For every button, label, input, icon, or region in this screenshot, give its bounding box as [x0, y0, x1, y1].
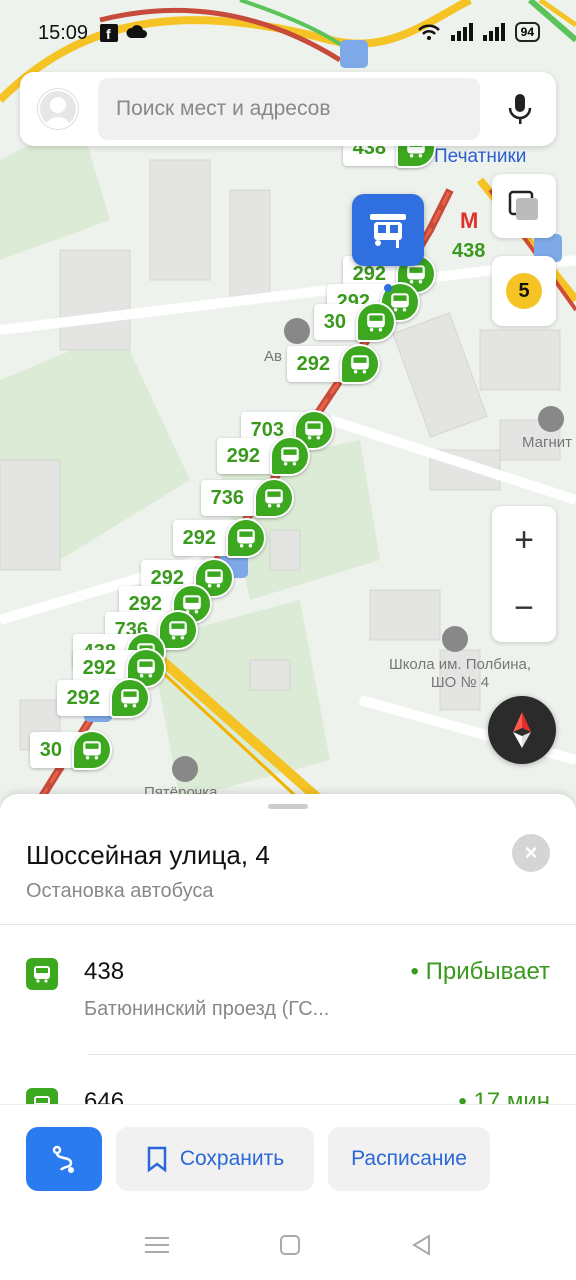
- bus-icon: [110, 678, 150, 718]
- school-label[interactable]: Школа им. Полбина, ШО № 4: [380, 656, 540, 692]
- bookmark-icon: [147, 1146, 167, 1173]
- stop-title: Шоссейная улица, 4: [26, 840, 270, 870]
- bus-marker[interactable]: 30: [26, 730, 112, 770]
- route-number: 438: [84, 958, 125, 985]
- schedule-button-label: Расписание: [351, 1147, 467, 1170]
- menu-nav-icon[interactable]: [145, 1235, 169, 1255]
- signal-icon-2: [482, 23, 505, 41]
- microphone-icon[interactable]: [508, 92, 532, 126]
- bus-stop-icon: [370, 214, 406, 248]
- search-input[interactable]: Поиск мест и адресов: [98, 78, 480, 140]
- zoom-out-button[interactable]: −: [492, 574, 556, 642]
- selected-stop-dot: [384, 284, 392, 292]
- svg-text:f: f: [106, 26, 111, 42]
- route-row[interactable]: 438 Батюнинский проезд (ГС... • Прибывае…: [0, 958, 576, 1068]
- status-bar: 15:09 f 94: [0, 0, 576, 70]
- system-nav-bar: [0, 1210, 576, 1280]
- schedule-button[interactable]: Расписание: [328, 1127, 490, 1191]
- status-right: 94: [417, 22, 540, 42]
- signal-icon: [450, 23, 473, 41]
- shop-icon[interactable]: [538, 406, 564, 432]
- compass-button[interactable]: [488, 696, 556, 764]
- stop-subtitle: Остановка автобуса: [26, 880, 214, 902]
- bus-icon: [26, 958, 58, 990]
- bus-marker[interactable]: 736: [190, 478, 294, 518]
- bus-icon: [226, 518, 266, 558]
- bus-icon: [254, 478, 294, 518]
- school-icon[interactable]: [442, 626, 468, 652]
- save-button[interactable]: Сохранить: [116, 1127, 314, 1191]
- cloud-icon: [126, 25, 147, 38]
- status-time: 15:09: [38, 22, 89, 44]
- back-nav-icon[interactable]: [411, 1234, 431, 1256]
- bus-marker[interactable]: 292: [276, 344, 380, 384]
- traffic-button[interactable]: 5: [492, 256, 556, 326]
- shop-label-magnit[interactable]: Магнит: [522, 434, 572, 452]
- metro-m-icon: M: [460, 208, 479, 233]
- user-icon: [44, 97, 72, 127]
- route-eta: • Прибывает: [410, 958, 550, 985]
- divider: [88, 1054, 576, 1055]
- traffic-level-badge: 5: [506, 273, 542, 309]
- wifi-icon: [417, 24, 440, 40]
- bus-marker[interactable]: 292: [50, 678, 150, 718]
- bus-icon: [72, 730, 112, 770]
- avatar[interactable]: [38, 89, 78, 129]
- metro-route-number: 438: [452, 240, 486, 262]
- route-button[interactable]: [26, 1127, 102, 1191]
- shop-icon-2[interactable]: [172, 756, 198, 782]
- close-button[interactable]: ×: [512, 834, 550, 872]
- bus-icon: [340, 344, 380, 384]
- metro-station-label[interactable]: Печатники: [434, 147, 526, 166]
- notification-icons: f: [100, 24, 148, 42]
- divider: [0, 924, 576, 925]
- search-bar: Поиск мест и адресов: [20, 72, 556, 146]
- compass-icon: [513, 712, 531, 748]
- save-button-label: Сохранить: [179, 1147, 285, 1170]
- bus-icon: [356, 302, 396, 342]
- layers-icon: [508, 190, 538, 220]
- zoom-in-button[interactable]: +: [492, 506, 556, 574]
- bus-icon: [270, 436, 310, 476]
- battery-icon: 94: [514, 22, 540, 42]
- home-nav-icon[interactable]: [279, 1234, 301, 1256]
- facebook-icon: f: [100, 24, 118, 42]
- zoom-controls: + −: [492, 506, 556, 642]
- bottom-sheet: Шоссейная улица, 4 Остановка автобуса × …: [0, 794, 576, 1280]
- layers-button[interactable]: [492, 174, 556, 238]
- route-destination: Батюнинский проезд (ГС...: [84, 998, 330, 1020]
- route-icon: [52, 1145, 74, 1173]
- sheet-drag-handle[interactable]: [268, 804, 308, 809]
- bus-marker[interactable]: 292: [206, 436, 310, 476]
- bus-marker[interactable]: 292: [162, 518, 266, 558]
- bus-marker[interactable]: 30: [300, 302, 396, 342]
- selected-bus-stop-marker[interactable]: [352, 194, 424, 266]
